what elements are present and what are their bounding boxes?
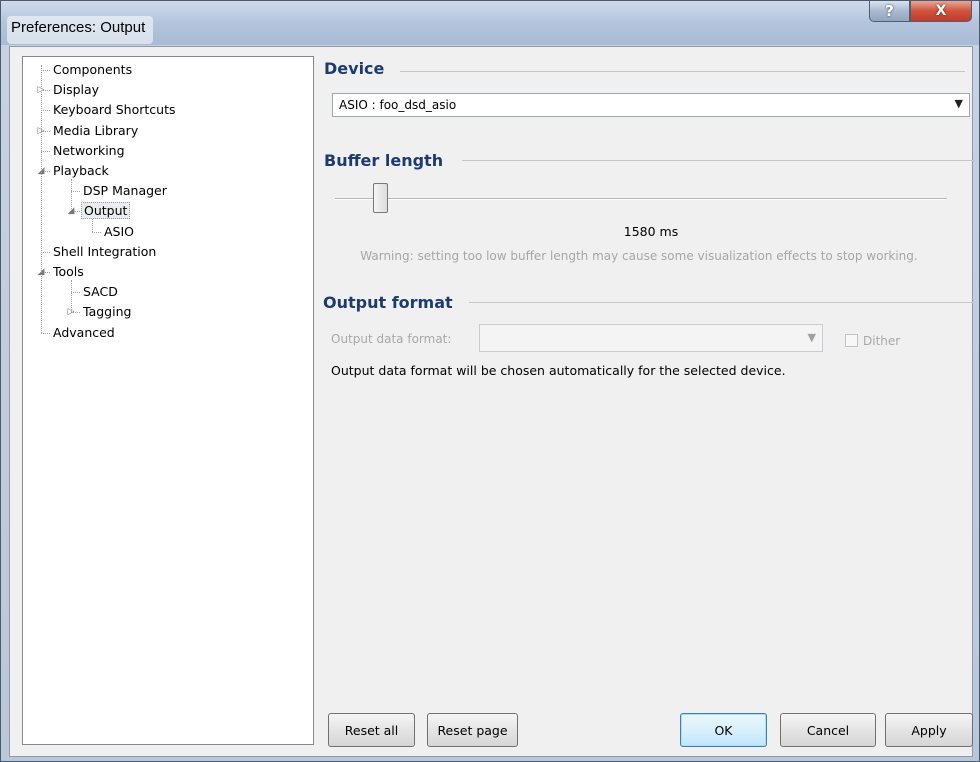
device-section-divider: [400, 71, 965, 72]
dither-checkbox[interactable]: [845, 334, 858, 347]
tree-guide-line: [92, 219, 93, 232]
tree-item-label: Shell Integration: [53, 243, 157, 259]
tree-item-tagging[interactable]: Tagging: [81, 302, 133, 322]
ok-button[interactable]: OK: [680, 713, 767, 747]
tree-item-dsp-manager[interactable]: DSP Manager: [81, 181, 169, 201]
device-section-title: Device: [324, 59, 393, 78]
tree-connector: [71, 292, 80, 294]
output-format-section-divider: [469, 302, 975, 303]
tree-item-label: DSP Manager: [83, 183, 167, 199]
chevron-down-icon: ▼: [807, 331, 816, 344]
tree-item-label: Networking: [53, 142, 125, 158]
tree-connector: [41, 332, 50, 334]
tree-connector: [41, 110, 50, 112]
tree-item-label: Display: [53, 82, 100, 98]
close-icon: X: [935, 3, 947, 19]
reset-page-button[interactable]: Reset page: [427, 713, 518, 747]
tree-item-keyboard-shortcuts[interactable]: Keyboard Shortcuts: [51, 100, 178, 120]
tree-item-display[interactable]: Display: [51, 80, 101, 100]
help-icon: ?: [885, 2, 894, 20]
apply-button[interactable]: Apply: [885, 713, 973, 747]
buffer-length-value: 1580 ms: [623, 224, 679, 239]
title-bar: Preferences: Output ? X: [1, 1, 979, 45]
tree-guide-line: [71, 179, 72, 212]
buffer-section-divider: [462, 160, 975, 161]
buffer-warning-text: Warning: setting too low buffer length m…: [360, 249, 918, 263]
preferences-tree[interactable]: Components Display ▷ Keyboard Shortcuts Medi…: [22, 56, 314, 745]
device-dropdown[interactable]: ASIO : foo_dsd_asio ▼: [332, 93, 970, 117]
dither-label: Dither: [863, 334, 901, 348]
tree-item-output[interactable]: Output: [81, 201, 131, 221]
tree-item-label: Tagging: [83, 304, 132, 320]
window-title: Preferences: Output: [7, 16, 154, 44]
tree-item-label: Keyboard Shortcuts: [53, 102, 176, 118]
buffer-slider-track[interactable]: [335, 198, 947, 200]
chevron-down-icon: ▼: [954, 97, 963, 110]
tree-guide-line: [41, 65, 42, 333]
help-button[interactable]: ?: [869, 1, 910, 22]
tree-item-sacd[interactable]: SACD: [81, 282, 120, 302]
tree-item-label: Components: [53, 62, 133, 77]
tree-item-media-library[interactable]: Media Library: [51, 121, 140, 141]
tree-item-label: Tools: [53, 264, 84, 279]
tree-connector: [41, 150, 50, 152]
preferences-window: Preferences: Output ? X Components Displa…: [0, 0, 980, 762]
tree-item-tools[interactable]: Tools: [51, 262, 86, 282]
tree-item-asio[interactable]: ASIO: [102, 222, 136, 242]
tree-connector: [41, 70, 50, 71]
reset-all-button[interactable]: Reset all: [328, 713, 415, 747]
tree-item-label: Advanced: [53, 324, 115, 340]
tree-item-label: Output: [81, 202, 131, 220]
tree-item-label: Media Library: [53, 122, 139, 138]
tree-item-label: ASIO: [104, 223, 135, 239]
cancel-button[interactable]: Cancel: [780, 713, 876, 747]
tree-connector: [41, 251, 50, 253]
tree-item-advanced[interactable]: Advanced: [51, 323, 117, 343]
tree-connector: [92, 231, 101, 233]
tree-item-label: Playback: [53, 163, 109, 178]
close-button[interactable]: X: [910, 1, 972, 22]
device-dropdown-value: ASIO : foo_dsd_asio: [339, 98, 457, 112]
tree-connector: [71, 191, 80, 193]
dialog-client-area: Components Display ▷ Keyboard Shortcuts Medi…: [9, 46, 975, 757]
output-format-section-title: Output format: [323, 293, 461, 312]
output-data-format-dropdown[interactable]: ▼: [479, 324, 823, 352]
tree-item-shell-integration[interactable]: Shell Integration: [51, 242, 158, 262]
tree-item-networking[interactable]: Networking: [51, 141, 127, 161]
buffer-section-title: Buffer length: [324, 151, 452, 170]
tree-item-label: SACD: [83, 284, 118, 300]
output-format-info-text: Output data format will be chosen automa…: [331, 363, 786, 378]
tree-guide-line: [71, 280, 72, 313]
tree-item-playback[interactable]: Playback: [51, 161, 111, 181]
tree-item-components[interactable]: Components: [51, 60, 134, 80]
output-data-format-label: Output data format:: [331, 332, 452, 346]
buffer-slider-thumb[interactable]: [373, 183, 388, 213]
